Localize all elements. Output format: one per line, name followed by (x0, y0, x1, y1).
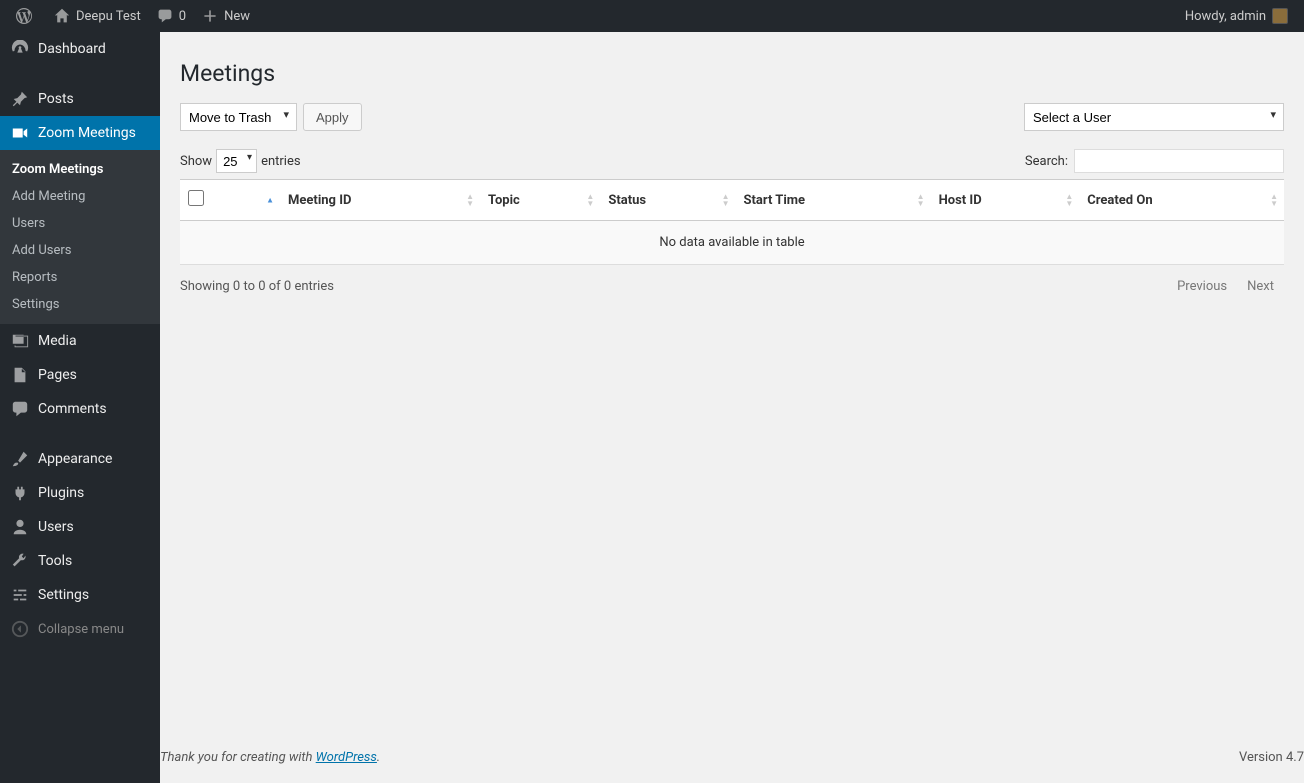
page-icon (10, 366, 30, 384)
home-icon (54, 8, 70, 24)
sidebar-item-label: Appearance (38, 451, 112, 467)
sidebar-item-tools[interactable]: Tools (0, 544, 160, 578)
footer-period: . (377, 750, 380, 765)
greeting-text: Howdy, admin (1185, 9, 1266, 24)
admin-sidebar: Dashboard Posts Zoom Meetings Zoom Meeti… (0, 32, 160, 783)
wp-footer: Thank you for creating with WordPress. V… (160, 732, 1304, 783)
adminbar: Deepu Test 0 New Howdy, admin (0, 0, 1304, 32)
column-header-start-time[interactable]: Start Time ▲▼ (736, 180, 931, 221)
submenu-item-reports[interactable]: Reports (0, 264, 160, 291)
site-name-link[interactable]: Deepu Test (46, 0, 149, 32)
column-header-meeting-id[interactable]: Meeting ID ▲▼ (280, 180, 480, 221)
comment-icon (10, 400, 30, 418)
pin-icon (10, 90, 30, 108)
column-header-sortnum[interactable]: ▲ (220, 180, 280, 221)
comment-icon (157, 8, 173, 24)
sidebar-item-label: Media (38, 333, 77, 349)
show-label-post: entries (261, 154, 301, 169)
wrench-icon (10, 552, 30, 570)
plug-icon (10, 484, 30, 502)
next-button[interactable]: Next (1237, 275, 1284, 298)
footer-wordpress-link[interactable]: WordPress (316, 750, 377, 765)
submenu-item-users[interactable]: Users (0, 210, 160, 237)
sliders-icon (10, 586, 30, 604)
sidebar-item-label: Comments (38, 401, 107, 417)
sidebar-item-dashboard[interactable]: Dashboard (0, 32, 160, 66)
sidebar-item-pages[interactable]: Pages (0, 358, 160, 392)
table-controls: Show 25 entries Search: (180, 149, 1284, 173)
table-footer: Showing 0 to 0 of 0 entries Previous Nex… (180, 265, 1284, 298)
select-all-checkbox[interactable] (188, 190, 204, 206)
bulk-action-select[interactable]: Move to Trash (180, 103, 297, 131)
brush-icon (10, 450, 30, 468)
collapse-menu-toggle[interactable]: Collapse menu (0, 612, 160, 646)
show-label-pre: Show (180, 154, 212, 169)
sidebar-item-label: Settings (38, 587, 89, 603)
media-icon (10, 332, 30, 350)
site-name: Deepu Test (76, 9, 141, 24)
sidebar-submenu-zoom: Zoom Meetings Add Meeting Users Add User… (0, 150, 160, 324)
previous-button[interactable]: Previous (1167, 275, 1237, 298)
sidebar-item-comments[interactable]: Comments (0, 392, 160, 426)
sidebar-item-users[interactable]: Users (0, 510, 160, 544)
search-input[interactable] (1074, 149, 1284, 173)
column-header-status[interactable]: Status ▲▼ (600, 180, 735, 221)
video-icon (10, 124, 30, 142)
column-header-topic[interactable]: Topic ▲▼ (480, 180, 600, 221)
page-length-select[interactable]: 25 (216, 149, 257, 173)
footer-version: Version 4.7 (1239, 750, 1304, 765)
comments-count: 0 (179, 9, 186, 24)
plus-icon (202, 8, 218, 24)
column-header-created-on[interactable]: Created On ▲▼ (1079, 180, 1284, 221)
table-info: Showing 0 to 0 of 0 entries (180, 279, 334, 294)
sidebar-item-label: Plugins (38, 485, 84, 501)
footer-thankyou: Thank you for creating with (160, 750, 316, 765)
sidebar-item-appearance[interactable]: Appearance (0, 442, 160, 476)
column-header-checkbox (180, 180, 220, 221)
sidebar-item-label: Tools (38, 553, 72, 569)
collapse-icon (10, 620, 30, 638)
new-label: New (224, 9, 250, 24)
column-header-host-id[interactable]: Host ID ▲▼ (931, 180, 1080, 221)
search-label: Search: (1025, 154, 1068, 169)
sidebar-item-label: Zoom Meetings (38, 125, 136, 141)
wordpress-icon (16, 8, 32, 24)
collapse-label: Collapse menu (38, 622, 124, 637)
apply-button[interactable]: Apply (303, 103, 362, 131)
new-content-link[interactable]: New (194, 0, 258, 32)
submenu-item-settings[interactable]: Settings (0, 291, 160, 318)
account-menu[interactable]: Howdy, admin (1177, 0, 1296, 32)
dashboard-icon (10, 40, 30, 58)
sidebar-item-label: Dashboard (38, 41, 106, 57)
sidebar-item-zoom-meetings[interactable]: Zoom Meetings (0, 116, 160, 150)
page-title: Meetings (180, 42, 1284, 103)
sidebar-item-label: Pages (38, 367, 77, 383)
wp-logo-menu[interactable] (8, 0, 46, 32)
submenu-item-zoom-meetings[interactable]: Zoom Meetings (0, 156, 160, 183)
sidebar-item-label: Posts (38, 91, 74, 107)
user-icon (10, 518, 30, 536)
user-select[interactable]: Select a User (1024, 103, 1284, 131)
main-content: Meetings Move to Trash Apply Select a Us… (160, 32, 1304, 783)
avatar (1272, 8, 1288, 24)
comments-link[interactable]: 0 (149, 0, 194, 32)
meetings-table: ▲ Meeting ID ▲▼ Topic ▲▼ Status ▲▼ Start… (180, 179, 1284, 265)
sidebar-item-label: Users (38, 519, 74, 535)
submenu-item-add-meeting[interactable]: Add Meeting (0, 183, 160, 210)
submenu-item-add-users[interactable]: Add Users (0, 237, 160, 264)
action-row: Move to Trash Apply Select a User (180, 103, 1284, 131)
sidebar-item-settings[interactable]: Settings (0, 578, 160, 612)
no-data-row: No data available in table (180, 221, 1284, 265)
sidebar-item-media[interactable]: Media (0, 324, 160, 358)
sidebar-item-plugins[interactable]: Plugins (0, 476, 160, 510)
sidebar-item-posts[interactable]: Posts (0, 82, 160, 116)
